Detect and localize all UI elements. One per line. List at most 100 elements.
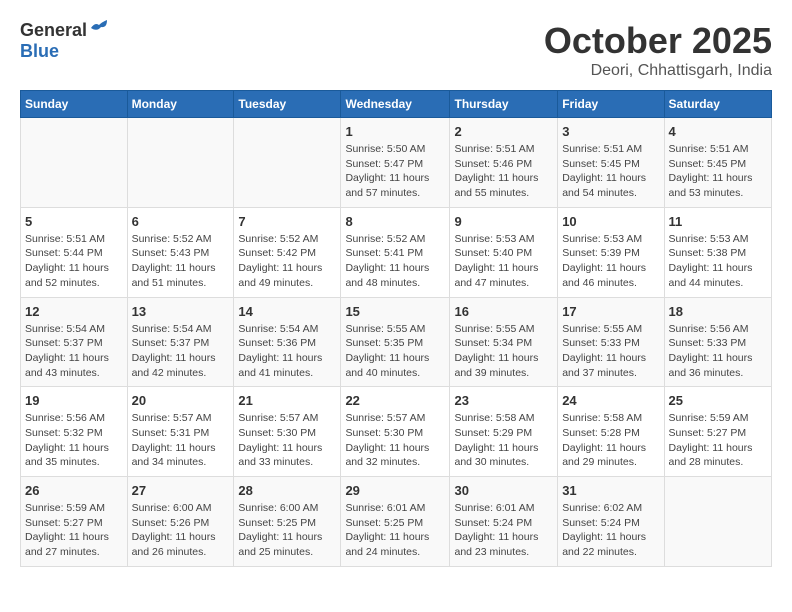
table-row: 14Sunrise: 5:54 AMSunset: 5:36 PMDayligh… <box>234 297 341 387</box>
day-info: Sunrise: 5:53 AMSunset: 5:39 PMDaylight:… <box>562 232 659 291</box>
header-monday: Monday <box>127 91 234 118</box>
calendar-subtitle: Deori, Chhattisgarh, India <box>544 62 772 80</box>
day-info: Sunrise: 5:58 AMSunset: 5:28 PMDaylight:… <box>562 411 659 470</box>
day-info: Sunrise: 5:52 AMSunset: 5:43 PMDaylight:… <box>132 232 230 291</box>
table-row: 21 Sunrise: 5:57 AMSunset: 5:30 PMDayligh… <box>234 387 341 477</box>
header-sunday: Sunday <box>21 91 128 118</box>
table-row: 2Sunrise: 5:51 AMSunset: 5:46 PMDaylight… <box>450 118 558 208</box>
day-number: 7 <box>238 214 336 229</box>
day-info: Sunrise: 5:58 AMSunset: 5:29 PMDaylight:… <box>454 411 553 470</box>
day-number: 28 <box>238 483 336 498</box>
table-row <box>664 477 771 567</box>
table-row: 17 Sunrise: 5:55 AMSunset: 5:33 PMDayligh… <box>558 297 664 387</box>
table-row: 9 Sunrise: 5:53 AMSunset: 5:40 PMDaylight… <box>450 207 558 297</box>
day-number: 24 <box>562 393 659 408</box>
day-number: 8 <box>345 214 445 229</box>
logo: General Blue <box>20 20 111 62</box>
day-info: Sunrise: 5:51 AMSunset: 5:44 PMDaylight:… <box>25 232 123 291</box>
calendar-week-row: 5 Sunrise: 5:51 AMSunset: 5:44 PMDaylight… <box>21 207 772 297</box>
day-info: Sunrise: 5:56 AMSunset: 5:32 PMDaylight:… <box>25 411 123 470</box>
table-row: 24 Sunrise: 5:58 AMSunset: 5:28 PMDayligh… <box>558 387 664 477</box>
day-info: Sunrise: 6:00 AMSunset: 5:25 PMDaylight:… <box>238 501 336 560</box>
day-info: Sunrise: 5:51 AMSunset: 5:45 PMDaylight:… <box>669 142 767 201</box>
header-tuesday: Tuesday <box>234 91 341 118</box>
day-info: Sunrise: 6:01 AMSunset: 5:25 PMDaylight:… <box>345 501 445 560</box>
day-number: 21 <box>238 393 336 408</box>
header-saturday: Saturday <box>664 91 771 118</box>
day-info: Sunrise: 5:59 AMSunset: 5:27 PMDaylight:… <box>669 411 767 470</box>
day-number: 22 <box>345 393 445 408</box>
day-info: Sunrise: 5:50 AMSunset: 5:47 PMDaylight:… <box>345 142 445 201</box>
calendar-header-row: Sunday Monday Tuesday Wednesday Thursday… <box>21 91 772 118</box>
table-row: 28 Sunrise: 6:00 AMSunset: 5:25 PMDayligh… <box>234 477 341 567</box>
day-info: Sunrise: 5:55 AMSunset: 5:35 PMDaylight:… <box>345 322 445 381</box>
day-info: Sunrise: 5:59 AMSunset: 5:27 PMDaylight:… <box>25 501 123 560</box>
day-info: Sunrise: 5:54 AMSunset: 5:37 PMDaylight:… <box>132 322 230 381</box>
day-info: Sunrise: 5:51 AMSunset: 5:46 PMDaylight:… <box>454 142 553 201</box>
day-number: 11 <box>669 214 767 229</box>
table-row <box>234 118 341 208</box>
table-row: 1 Sunrise: 5:50 AMSunset: 5:47 PMDaylight… <box>341 118 450 208</box>
day-info: Sunrise: 5:53 AMSunset: 5:38 PMDaylight:… <box>669 232 767 291</box>
title-area: October 2025 Deori, Chhattisgarh, India <box>544 20 772 80</box>
table-row: 8 Sunrise: 5:52 AMSunset: 5:41 PMDaylight… <box>341 207 450 297</box>
day-number: 10 <box>562 214 659 229</box>
day-number: 16 <box>454 304 553 319</box>
day-number: 29 <box>345 483 445 498</box>
day-number: 5 <box>25 214 123 229</box>
day-number: 17 <box>562 304 659 319</box>
logo-blue-text: Blue <box>20 41 59 61</box>
header-wednesday: Wednesday <box>341 91 450 118</box>
day-number: 3 <box>562 124 659 139</box>
table-row: 13 Sunrise: 5:54 AMSunset: 5:37 PMDayligh… <box>127 297 234 387</box>
table-row: 19 Sunrise: 5:56 AMSunset: 5:32 PMDayligh… <box>21 387 128 477</box>
table-row: 11 Sunrise: 5:53 AMSunset: 5:38 PMDayligh… <box>664 207 771 297</box>
table-row: 31 Sunrise: 6:02 AMSunset: 5:24 PMDayligh… <box>558 477 664 567</box>
table-row: 10 Sunrise: 5:53 AMSunset: 5:39 PMDayligh… <box>558 207 664 297</box>
day-info: Sunrise: 5:57 AMSunset: 5:30 PMDaylight:… <box>345 411 445 470</box>
day-info: Sunrise: 5:53 AMSunset: 5:40 PMDaylight:… <box>454 232 553 291</box>
day-number: 18 <box>669 304 767 319</box>
table-row: 30Sunrise: 6:01 AMSunset: 5:24 PMDayligh… <box>450 477 558 567</box>
day-info: Sunrise: 5:57 AMSunset: 5:30 PMDaylight:… <box>238 411 336 470</box>
table-row: 20 Sunrise: 5:57 AMSunset: 5:31 PMDayligh… <box>127 387 234 477</box>
day-number: 9 <box>454 214 553 229</box>
day-info: Sunrise: 5:52 AMSunset: 5:42 PMDaylight:… <box>238 232 336 291</box>
table-row: 23 Sunrise: 5:58 AMSunset: 5:29 PMDayligh… <box>450 387 558 477</box>
day-number: 13 <box>132 304 230 319</box>
day-info: Sunrise: 6:00 AMSunset: 5:26 PMDaylight:… <box>132 501 230 560</box>
calendar-week-row: 26Sunrise: 5:59 AMSunset: 5:27 PMDayligh… <box>21 477 772 567</box>
header-thursday: Thursday <box>450 91 558 118</box>
day-info: Sunrise: 5:56 AMSunset: 5:33 PMDaylight:… <box>669 322 767 381</box>
table-row <box>127 118 234 208</box>
table-row: 4Sunrise: 5:51 AMSunset: 5:45 PMDaylight… <box>664 118 771 208</box>
day-number: 6 <box>132 214 230 229</box>
table-row <box>21 118 128 208</box>
day-info: Sunrise: 6:02 AMSunset: 5:24 PMDaylight:… <box>562 501 659 560</box>
day-number: 12 <box>25 304 123 319</box>
day-info: Sunrise: 5:54 AMSunset: 5:36 PMDaylight:… <box>238 322 336 381</box>
day-number: 30 <box>454 483 553 498</box>
day-info: Sunrise: 5:57 AMSunset: 5:31 PMDaylight:… <box>132 411 230 470</box>
day-info: Sunrise: 5:51 AMSunset: 5:45 PMDaylight:… <box>562 142 659 201</box>
day-number: 15 <box>345 304 445 319</box>
calendar-week-row: 12 Sunrise: 5:54 AMSunset: 5:37 PMDayligh… <box>21 297 772 387</box>
day-info: Sunrise: 5:54 AMSunset: 5:37 PMDaylight:… <box>25 322 123 381</box>
table-row: 7 Sunrise: 5:52 AMSunset: 5:42 PMDaylight… <box>234 207 341 297</box>
calendar-table: Sunday Monday Tuesday Wednesday Thursday… <box>20 90 772 567</box>
table-row: 3 Sunrise: 5:51 AMSunset: 5:45 PMDaylight… <box>558 118 664 208</box>
day-info: Sunrise: 5:52 AMSunset: 5:41 PMDaylight:… <box>345 232 445 291</box>
header: General Blue October 2025 Deori, Chhatti… <box>20 20 772 80</box>
table-row: 16Sunrise: 5:55 AMSunset: 5:34 PMDayligh… <box>450 297 558 387</box>
day-number: 20 <box>132 393 230 408</box>
day-number: 19 <box>25 393 123 408</box>
table-row: 27Sunrise: 6:00 AMSunset: 5:26 PMDayligh… <box>127 477 234 567</box>
day-number: 1 <box>345 124 445 139</box>
table-row: 22 Sunrise: 5:57 AMSunset: 5:30 PMDayligh… <box>341 387 450 477</box>
day-info: Sunrise: 5:55 AMSunset: 5:33 PMDaylight:… <box>562 322 659 381</box>
calendar-week-row: 19 Sunrise: 5:56 AMSunset: 5:32 PMDayligh… <box>21 387 772 477</box>
table-row: 5 Sunrise: 5:51 AMSunset: 5:44 PMDaylight… <box>21 207 128 297</box>
day-number: 31 <box>562 483 659 498</box>
table-row: 15 Sunrise: 5:55 AMSunset: 5:35 PMDayligh… <box>341 297 450 387</box>
day-number: 23 <box>454 393 553 408</box>
